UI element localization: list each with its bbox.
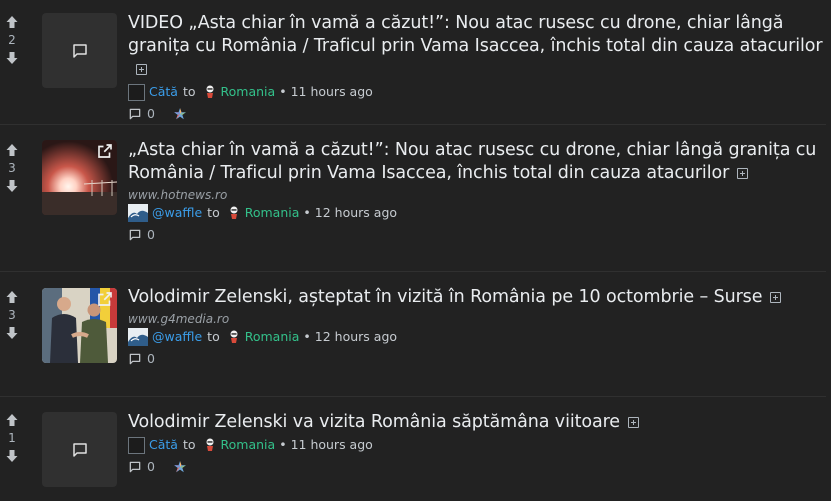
post-thumbnail[interactable]	[42, 140, 117, 215]
post-1: 2 VIDEO „Asta chiar în vamă a căzut!”: N…	[0, 0, 831, 124]
community-link[interactable]: Romania	[245, 204, 300, 222]
colorful-star-icon[interactable]	[173, 460, 187, 474]
comment-count[interactable]: 0	[147, 227, 155, 242]
post-title-text[interactable]: VIDEO „Asta chiar în vamă a căzut!”: Nou…	[128, 13, 823, 56]
timestamp: 12 hours ago	[314, 205, 398, 220]
community-link[interactable]: Romania	[221, 83, 276, 101]
to-label: to	[182, 437, 196, 452]
post-meta: @waffle to Romania • 12 hours ago	[128, 328, 825, 346]
arrow-up-icon[interactable]	[0, 13, 24, 31]
post-meta: Cătă to Romania • 11 hours ago	[128, 436, 825, 454]
user-link[interactable]: @waffle	[152, 328, 202, 346]
arrow-up-icon[interactable]	[0, 411, 24, 429]
message-square-icon[interactable]	[128, 228, 142, 242]
comment-count[interactable]: 0	[147, 459, 155, 474]
score: 2	[8, 33, 16, 47]
to-label: to	[182, 84, 196, 99]
avatar[interactable]	[128, 328, 148, 346]
post-content: Volodimir Zelenski va vizita România săp…	[128, 411, 825, 474]
avatar[interactable]	[128, 83, 145, 101]
avatar[interactable]	[128, 204, 148, 222]
post-2: 3 „Asta chiar în vamă a căzut!”: Nou ata…	[0, 125, 831, 271]
post-3: 3 Volodimir Zelenski, așteptat în vizită…	[0, 272, 831, 396]
post-thumbnail[interactable]	[42, 412, 117, 487]
comment-count[interactable]: 0	[147, 106, 155, 121]
post-actions: 0	[128, 459, 825, 474]
romania-community-icon[interactable]	[225, 328, 243, 346]
arrow-down-icon[interactable]	[0, 177, 24, 195]
post-title-text[interactable]: Volodimir Zelenski va vizita România săp…	[128, 412, 620, 432]
post-meta: @waffle to Romania • 12 hours ago	[128, 204, 825, 222]
score: 3	[8, 161, 16, 175]
external-link-icon[interactable]	[96, 142, 114, 160]
comment-count[interactable]: 0	[147, 351, 155, 366]
message-square-icon[interactable]	[128, 460, 142, 474]
post-content: VIDEO „Asta chiar în vamă a căzut!”: Nou…	[128, 12, 825, 121]
external-link-icon[interactable]	[96, 290, 114, 308]
post-thumbnail[interactable]	[42, 13, 117, 88]
arrow-down-icon[interactable]	[0, 324, 24, 342]
romania-community-icon[interactable]	[201, 83, 219, 101]
post-4: 1 Volodimir Zelenski va vizita România s…	[0, 397, 831, 501]
user-link[interactable]: Cătă	[149, 436, 178, 454]
to-label: to	[207, 205, 220, 220]
message-square-icon[interactable]	[128, 352, 142, 366]
post-title-text[interactable]: Volodimir Zelenski, așteptat în vizită î…	[128, 287, 762, 307]
post-meta: Cătă to Romania • 11 hours ago	[128, 83, 825, 101]
avatar[interactable]	[128, 436, 145, 454]
timestamp: 12 hours ago	[314, 329, 398, 344]
post-title-text[interactable]: „Asta chiar în vamă a căzut!”: Nou atac …	[128, 140, 816, 183]
post-title[interactable]: „Asta chiar în vamă a căzut!”: Nou atac …	[128, 139, 825, 185]
to-label: to	[207, 329, 220, 344]
user-link[interactable]: Cătă	[149, 83, 178, 101]
score: 1	[8, 431, 16, 445]
post-title[interactable]: Volodimir Zelenski va vizita România săp…	[128, 411, 825, 434]
post-title[interactable]: VIDEO „Asta chiar în vamă a căzut!”: Nou…	[128, 12, 825, 81]
post-domain[interactable]: www.g4media.ro	[128, 312, 825, 326]
plus-square-icon[interactable]	[737, 168, 749, 179]
post-content: „Asta chiar în vamă a căzut!”: Nou atac …	[128, 139, 825, 242]
plus-square-icon[interactable]	[770, 292, 782, 303]
vote-box: 3	[0, 288, 24, 342]
vote-box: 3	[0, 141, 24, 195]
message-square-icon	[72, 43, 87, 58]
separator: •	[279, 437, 287, 452]
message-square-icon	[72, 442, 87, 457]
timestamp: 11 hours ago	[290, 84, 373, 99]
arrow-down-icon[interactable]	[0, 49, 24, 67]
separator: •	[279, 84, 287, 99]
plus-square-icon[interactable]	[627, 417, 639, 428]
post-actions: 0	[128, 227, 825, 242]
separator: •	[303, 205, 311, 220]
colorful-star-icon[interactable]	[173, 107, 187, 121]
post-domain[interactable]: www.hotnews.ro	[128, 188, 825, 202]
message-square-icon[interactable]	[128, 107, 142, 121]
romania-community-icon[interactable]	[225, 204, 243, 222]
arrow-up-icon[interactable]	[0, 288, 24, 306]
community-link[interactable]: Romania	[221, 436, 276, 454]
separator: •	[303, 329, 311, 344]
arrow-up-icon[interactable]	[0, 141, 24, 159]
vote-box: 1	[0, 411, 24, 465]
timestamp: 11 hours ago	[290, 437, 373, 452]
score: 3	[8, 308, 16, 322]
post-thumbnail[interactable]	[42, 288, 117, 363]
romania-community-icon[interactable]	[201, 436, 219, 454]
arrow-down-icon[interactable]	[0, 447, 24, 465]
community-link[interactable]: Romania	[245, 328, 300, 346]
plus-square-icon[interactable]	[136, 64, 147, 75]
post-actions: 0	[128, 106, 825, 121]
post-content: Volodimir Zelenski, așteptat în vizită î…	[128, 286, 825, 366]
user-link[interactable]: @waffle	[152, 204, 202, 222]
vote-box: 2	[0, 13, 24, 67]
post-actions: 0	[128, 351, 825, 366]
post-title[interactable]: Volodimir Zelenski, așteptat în vizită î…	[128, 286, 825, 309]
